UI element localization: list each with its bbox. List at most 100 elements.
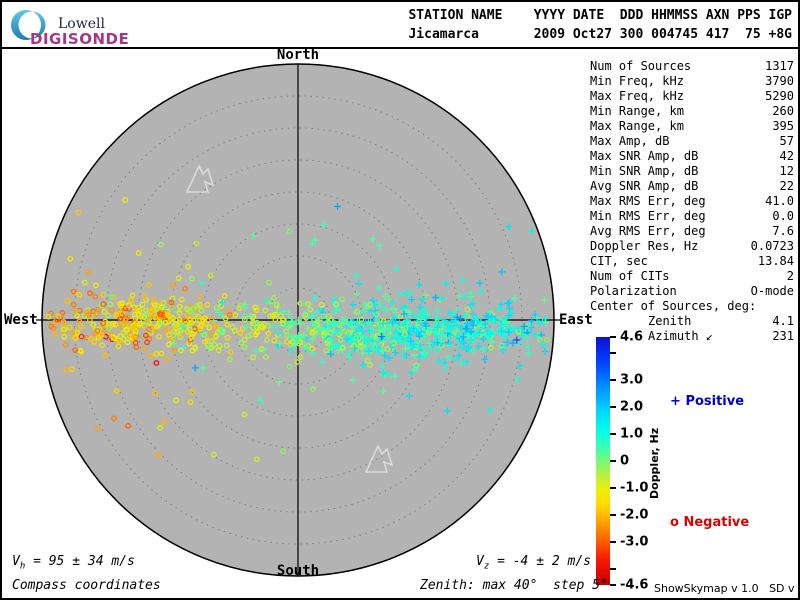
stat-value: 2	[786, 269, 794, 283]
stat-row: Min Range, km 260	[590, 104, 794, 119]
stat-value: O-mode	[750, 284, 794, 298]
stat-value: 5290	[765, 89, 794, 103]
header-divider	[2, 47, 798, 49]
stat-label: Num of CITs	[590, 269, 670, 283]
stat-value: 12	[779, 164, 794, 178]
colorbar-tick	[610, 336, 616, 338]
stat-row: Num of CITs 2	[590, 269, 794, 284]
stat-row: Max Range, km 395	[590, 119, 794, 134]
colorbar-tick-label: 0	[620, 453, 630, 469]
colorbar-tick-label: -4.6	[620, 577, 649, 593]
colorbar-gradient	[596, 337, 610, 585]
compass-label-south: South	[276, 563, 320, 579]
stat-label: Doppler Res, Hz	[590, 239, 699, 253]
legend-negative-label: Negative	[683, 515, 750, 530]
horizontal-velocity-readout: Vh = 95 ± 34 m/s	[12, 554, 135, 572]
stat-value: 0.0723	[750, 239, 794, 253]
colorbar-tick	[610, 486, 616, 489]
stat-label: Num of Sources	[590, 59, 692, 73]
stat-label: Min Freq, kHz	[590, 74, 684, 88]
station-columns-line: STATION NAME YYYY DATE DDD HHMMSS AXN PP…	[408, 8, 792, 23]
colorbar-tick	[610, 513, 616, 516]
stat-value: 3790	[765, 74, 794, 88]
stat-row: Max SNR Amp, dB 42	[590, 149, 794, 164]
compass-label-east: East	[559, 312, 593, 328]
colorbar-tick-label: 2.0	[620, 399, 644, 415]
legend-negative: o Negative	[670, 515, 749, 530]
stat-row: Max Amp, dB 57	[590, 134, 794, 149]
colorbar-tick-label: -2.0	[620, 507, 649, 523]
stat-label: Min SNR Amp, dB	[590, 164, 699, 178]
stat-label: Polarization	[590, 284, 677, 298]
stat-row: CIT, sec 13.84	[590, 254, 794, 269]
stat-label: Max Range, km	[590, 119, 684, 133]
stat-row: Avg SNR Amp, dB 22	[590, 179, 794, 194]
stat-value: 260	[772, 104, 794, 118]
colorbar-tick	[610, 379, 616, 382]
colorbar-tick-label: 1.0	[620, 426, 644, 442]
colorbar-tick-label: -3.0	[620, 534, 649, 550]
stat-value: 41.0	[765, 194, 794, 208]
stat-row: Max RMS Err, deg 41.0	[590, 194, 794, 209]
stats-panel: Num of Sources 1317 Min Freq, kHz 3790 Max F…	[590, 59, 794, 344]
compass-label-west: West	[4, 312, 38, 328]
legend-positive: + Positive	[670, 394, 744, 409]
version-label: ShowSkymap v 1.0 SD v 4.2	[654, 582, 800, 595]
stat-value: 395	[772, 119, 794, 133]
colorbar-tick	[610, 567, 616, 570]
vertical-velocity-readout: Vz = -4 ± 2 m/s	[476, 554, 591, 572]
stat-row: Avg RMS Err, deg 7.6	[590, 224, 794, 239]
station-values-line: Jicamarca 2009 Oct27 300 004745 417 75 +…	[408, 27, 792, 42]
stat-label: Max SNR Amp, dB	[590, 149, 699, 163]
colorbar-tick	[610, 460, 616, 462]
stat-label: Zenith	[648, 314, 692, 328]
colorbar: 4.6 3.0 2.0 1.0 0 -1.0 -2.0 -3.0 -4.6	[596, 330, 746, 593]
colorbar-tick-label: -1.0	[620, 480, 649, 496]
stat-row: Zenith 4.1	[590, 314, 794, 329]
stat-value: 0.0	[772, 209, 794, 223]
stat-label: Max Amp, dB	[590, 134, 670, 148]
colorbar-tick	[610, 352, 616, 355]
stat-label: CIT, sec	[590, 254, 648, 268]
stat-row: Polarization O-mode	[590, 284, 794, 299]
stat-label: Avg SNR Amp, dB	[590, 179, 699, 193]
stat-label: Max Freq, kHz	[590, 89, 684, 103]
colorbar-tick-label: 3.0	[620, 372, 644, 388]
station-header: STATION NAME YYYY DATE DDD HHMMSS AXN PP…	[408, 6, 792, 44]
stat-label: Max RMS Err, deg	[590, 194, 706, 208]
stat-label: Center of Sources, deg:	[590, 299, 757, 313]
stat-value: 42	[779, 149, 794, 163]
colorbar-tick	[610, 406, 616, 409]
stat-row: Center of Sources, deg:	[590, 299, 794, 314]
stat-label: Avg RMS Err, deg	[590, 224, 706, 238]
stat-row: Num of Sources 1317	[590, 59, 794, 74]
stat-row: Min SNR Amp, dB 12	[590, 164, 794, 179]
lowell-logo: Lowell DIGISONDE	[10, 8, 230, 48]
stat-row: Doppler Res, Hz 0.0723	[590, 239, 794, 254]
plus-icon: +	[670, 394, 681, 409]
stat-row: Max Freq, kHz 5290	[590, 89, 794, 104]
colorbar-tick	[610, 584, 616, 586]
zenith-range-note: Zenith: max 40° step 5°	[420, 578, 608, 593]
colorbar-title: Doppler, Hz	[648, 427, 661, 499]
stat-value: 231	[772, 329, 794, 343]
logo-digisonde-text: DIGISONDE	[30, 30, 130, 48]
stat-value: 13.84	[757, 254, 794, 268]
colorbar-tick	[610, 540, 616, 543]
stat-value: 22	[779, 179, 794, 193]
circle-icon: o	[670, 515, 679, 530]
showskymap-window: Lowell DIGISONDE STATION NAME YYYY DATE …	[0, 0, 800, 600]
stat-label: Min Range, km	[590, 104, 684, 118]
stat-row: Min Freq, kHz 3790	[590, 74, 794, 89]
colorbar-tick-label: 4.6	[620, 329, 644, 345]
coordinate-system-label: Compass coordinates	[12, 578, 161, 593]
colorbar-tick	[610, 433, 616, 436]
compass-label-north: North	[276, 47, 320, 63]
stat-label: Min RMS Err, deg	[590, 209, 706, 223]
stat-value: 7.6	[772, 224, 794, 238]
stat-row: Min RMS Err, deg 0.0	[590, 209, 794, 224]
stat-value: 4.1	[772, 314, 794, 328]
stat-value: 1317	[765, 59, 794, 73]
stat-value: 57	[779, 134, 794, 148]
legend-positive-label: Positive	[685, 394, 745, 409]
